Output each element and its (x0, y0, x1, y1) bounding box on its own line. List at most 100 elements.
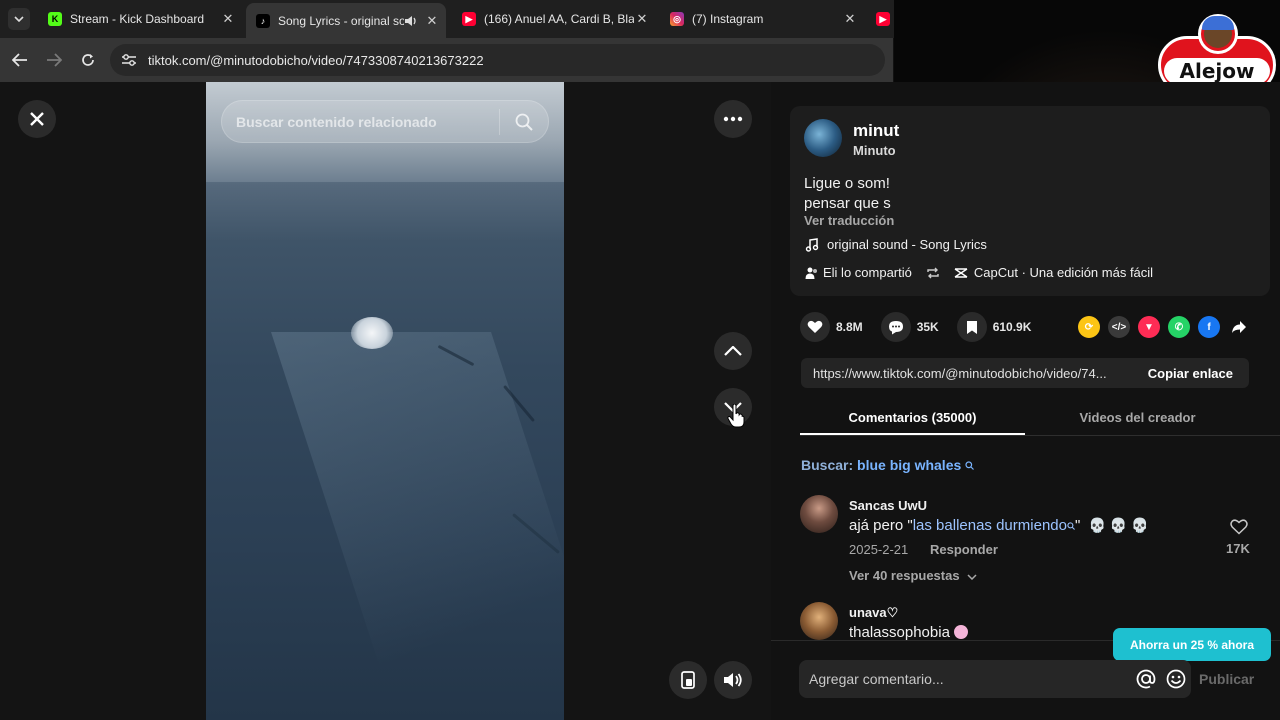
hand-cursor-icon (727, 404, 745, 428)
arrow-left-icon (12, 53, 27, 67)
tab-kick-dashboard[interactable]: K Stream - Kick Dashboard ✕ (38, 5, 242, 33)
forward-button[interactable] (43, 49, 65, 71)
reload-button[interactable] (77, 49, 99, 71)
search-suggestion-label: Buscar: (801, 457, 854, 473)
sound-name: original sound - Song Lyrics (827, 237, 987, 252)
view-replies-button[interactable]: Ver 40 respuestas (849, 568, 977, 583)
comment-username[interactable]: Sancas UwU (849, 498, 927, 513)
url-text: tiktok.com/@minutodobicho/video/74733087… (148, 52, 484, 68)
close-tab-icon[interactable]: ✕ (842, 11, 858, 27)
embed-icon[interactable]: </> (1108, 316, 1130, 338)
comment-icon (880, 312, 911, 342)
comment-text: ajá pero "las ballenas durmiendo " 💀 💀 💀 (849, 517, 1149, 534)
comment-like-button[interactable] (1224, 519, 1254, 540)
reload-icon (82, 54, 94, 66)
arrow-right-icon (47, 53, 62, 67)
comment-text: thalassophobia (849, 624, 969, 641)
related-search-input[interactable]: Buscar contenido relacionado (221, 100, 549, 143)
video-link-url[interactable]: https://www.tiktok.com/@minutodobicho/vi… (813, 366, 1131, 381)
facebook-icon[interactable]: f (1198, 316, 1220, 338)
like-count: 8.8M (836, 320, 863, 334)
comment-search-link[interactable]: las ballenas durmiendo (913, 517, 1067, 534)
copy-link-button[interactable]: Copiar enlace (1148, 366, 1233, 381)
creator-avatar[interactable] (804, 119, 842, 157)
bookmark-icon (956, 312, 987, 342)
reply-button[interactable]: Responder (930, 542, 998, 557)
comment-avatar[interactable] (800, 495, 838, 533)
tiktok-icon: ♪ (256, 13, 270, 28)
youtube-icon: ▶ (462, 12, 476, 26)
comment-placeholder: Agregar comentario... (809, 671, 944, 687)
tab-youtube[interactable]: ▶ (166) Anuel AA, Cardi B, Black ✕ (452, 5, 656, 33)
people-icon (805, 267, 817, 279)
close-tab-icon[interactable]: ✕ (220, 11, 236, 27)
panel-tabs: Comentarios (35000) Videos del creador (800, 400, 1280, 436)
tab-search-button[interactable] (8, 8, 30, 30)
sound-link[interactable]: original sound - Song Lyrics (805, 237, 987, 252)
comment-count: 35K (916, 320, 939, 334)
description-line: pensar que s (804, 195, 891, 212)
tab-tiktok-song-lyrics[interactable]: ♪ Song Lyrics - original sound ✕ (246, 3, 446, 38)
comment-username[interactable]: unava♡ (849, 605, 898, 621)
engagement-actions: 8.8M 35K 610.9K (800, 312, 1049, 342)
comment-input[interactable]: Agregar comentario... (799, 660, 1191, 698)
comment-text-part: " (1074, 517, 1081, 534)
comment-date: 2025-2-21 (849, 542, 909, 557)
search-icon[interactable] (500, 113, 548, 131)
repost-icon (927, 267, 939, 278)
speaker-icon[interactable] (404, 15, 418, 27)
search-suggestion[interactable]: Buscar: blue big whales (801, 457, 975, 473)
comment-avatar[interactable] (800, 602, 838, 640)
floating-player-button[interactable] (669, 661, 707, 699)
close-icon (30, 112, 44, 126)
music-note-icon (805, 237, 819, 252)
comment-text-part: ajá pero " (849, 517, 913, 534)
emoji-icon[interactable] (1161, 669, 1191, 689)
skull-emojis: 💀 💀 💀 (1088, 517, 1149, 533)
youtube-icon: ▶ (876, 12, 890, 26)
address-bar[interactable]: tiktok.com/@minutodobicho/video/74733087… (110, 44, 885, 76)
mention-icon[interactable] (1131, 669, 1161, 689)
like-action[interactable]: 8.8M (800, 312, 863, 342)
close-tab-icon[interactable]: ✕ (634, 11, 650, 27)
tab-youtube-partial[interactable]: ▶ (866, 5, 894, 33)
creator-handle: Minuto (853, 143, 896, 158)
share-buttons: ⟳ </> ▼ ✆ f (1078, 316, 1258, 338)
shared-by-text[interactable]: Eli lo compartió (823, 265, 912, 280)
creator-name[interactable]: minut (853, 121, 899, 141)
share-arrow-icon[interactable] (1228, 316, 1250, 338)
comment-action[interactable]: 35K (880, 312, 939, 342)
back-button[interactable] (9, 49, 31, 71)
more-icon (723, 116, 743, 122)
save-action[interactable]: 610.9K (956, 312, 1031, 342)
send-to-friends-icon[interactable]: ▼ (1138, 316, 1160, 338)
see-translation-link[interactable]: Ver traducción (804, 213, 894, 228)
tab-comments[interactable]: Comentarios (35000) (800, 410, 1025, 425)
promo-banner[interactable]: Ahorra un 25 % ahora (1113, 628, 1271, 661)
publish-button[interactable]: Publicar (1199, 671, 1254, 687)
streamer-logo-text: Alejow (1164, 58, 1270, 84)
tab-label: Song Lyrics - original sound (278, 13, 404, 28)
capcut-link[interactable]: CapCut · Una edición más fácil (974, 265, 1153, 280)
video-link-box: https://www.tiktok.com/@minutodobicho/vi… (801, 358, 1249, 388)
capcut-icon (954, 267, 968, 278)
chevron-up-icon (724, 346, 742, 356)
previous-video-button[interactable] (714, 332, 752, 370)
video-player[interactable] (206, 82, 564, 720)
view-replies-label: Ver 40 respuestas (849, 568, 960, 583)
search-placeholder: Buscar contenido relacionado (236, 113, 437, 130)
whale-splash (351, 317, 393, 349)
chevron-down-icon (967, 574, 977, 581)
more-options-button[interactable] (714, 100, 752, 138)
volume-button[interactable] (714, 661, 752, 699)
tab-label: Stream - Kick Dashboard (70, 12, 205, 26)
tab-instagram[interactable]: ◎ (7) Instagram ✕ (660, 5, 864, 33)
tab-creator-videos[interactable]: Videos del creador (1025, 410, 1250, 425)
site-settings-icon[interactable] (120, 51, 138, 69)
volume-icon (724, 673, 742, 687)
close-tab-icon[interactable]: ✕ (424, 13, 440, 29)
whatsapp-icon[interactable]: ✆ (1168, 316, 1190, 338)
search-suggestion-term[interactable]: blue big whales (857, 457, 961, 473)
close-button[interactable] (18, 100, 56, 138)
repost-share-icon[interactable]: ⟳ (1078, 316, 1100, 338)
